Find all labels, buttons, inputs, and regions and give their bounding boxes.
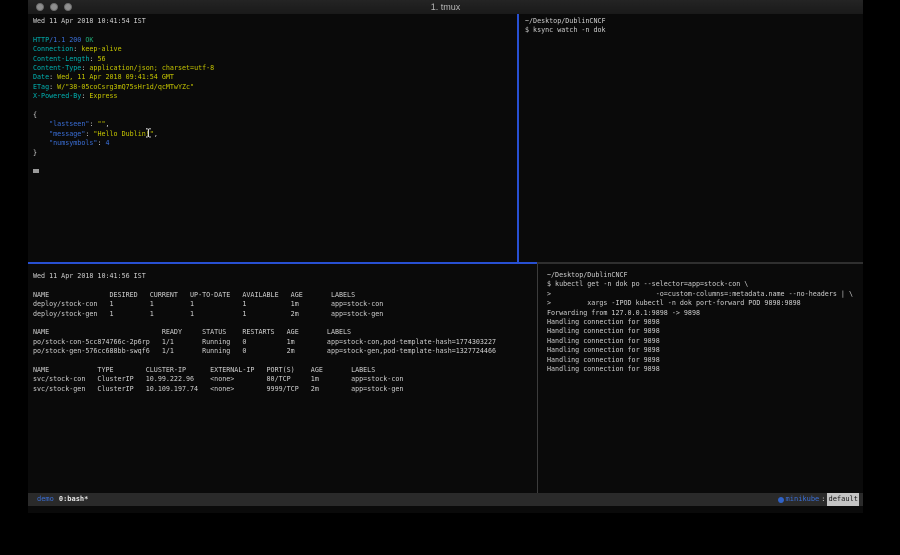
active-pane-divider-horizontal[interactable] xyxy=(28,262,537,264)
terminal-line xyxy=(33,102,522,111)
terminal-line: $ ksync watch -n dok xyxy=(525,26,869,35)
terminal-line xyxy=(33,357,542,366)
terminal-line: Handling connection for 9898 xyxy=(547,356,872,365)
terminal-line: po/stock-gen-576cc688bb-swqf6 1/1 Runnin… xyxy=(33,347,542,356)
terminal-line: "message": "Hello Dublin!", xyxy=(33,130,522,139)
minimize-button[interactable] xyxy=(50,3,58,11)
terminal-line: Handling connection for 9898 xyxy=(547,327,872,336)
desktop-background: 1. tmux Wed 11 Apr 2018 10:41:54 IST HTTP… xyxy=(0,0,900,555)
terminal-line: Handling connection for 9898 xyxy=(547,365,872,374)
kube-namespace-badge: default xyxy=(827,493,859,506)
terminal-line: ~/Desktop/DublinCNCF xyxy=(547,271,872,280)
terminal-line: X-Powered-By: Express xyxy=(33,92,522,101)
terminal-line: Date: Wed, 11 Apr 2018 09:41:54 GMT xyxy=(33,73,522,82)
terminal-line: ETag: W/"38-05coCsrg3mQ75sHr1d/qcMTwYZc" xyxy=(33,83,522,92)
pane-http-response[interactable]: Wed 11 Apr 2018 10:41:54 IST HTTP/1.1 200… xyxy=(28,14,522,265)
terminal-line: Wed 11 Apr 2018 10:41:54 IST xyxy=(33,17,522,26)
terminal-line xyxy=(33,26,522,35)
window-tab-bash[interactable]: 0:bash* xyxy=(59,493,89,506)
terminal-line: Content-Length: 56 xyxy=(33,55,522,64)
terminal-line: Content-Type: application/json; charset=… xyxy=(33,64,522,73)
kubernetes-helm-icon xyxy=(778,497,784,503)
window-titlebar: 1. tmux xyxy=(28,0,863,14)
zoom-button[interactable] xyxy=(64,3,72,11)
session-name: demo xyxy=(37,493,54,506)
terminal-line: Handling connection for 9898 xyxy=(547,346,872,355)
close-button[interactable] xyxy=(36,3,44,11)
tmux-status-bar: demo 0:bash* minikube : default xyxy=(28,493,863,506)
terminal-line: Forwarding from 127.0.0.1:9898 -> 9898 xyxy=(547,309,872,318)
terminal-line: HTTP/1.1 200 OK xyxy=(33,36,522,45)
terminal-line: po/stock-con-5cc874766c-2p6rp 1/1 Runnin… xyxy=(33,338,542,347)
pane-kubectl-get[interactable]: Wed 11 Apr 2018 10:41:56 IST NAME DESIRED… xyxy=(28,264,542,501)
terminal-line xyxy=(33,158,522,167)
terminal-line: > xargs -IPOD kubectl -n dok port-forwar… xyxy=(547,299,872,308)
terminal-line: } xyxy=(33,149,522,158)
terminal-line: Handling connection for 9898 xyxy=(547,318,872,327)
terminal-line: NAME TYPE CLUSTER-IP EXTERNAL-IP PORT(S)… xyxy=(33,366,542,375)
text-ibeam-cursor xyxy=(145,123,152,133)
terminal-line: svc/stock-con ClusterIP 10.99.222.96 <no… xyxy=(33,375,542,384)
status-right: minikube : default xyxy=(778,493,863,506)
terminal-line: > -o=custom-columns=:metadata.name --no-… xyxy=(547,290,872,299)
terminal-line: "numsymbols": 4 xyxy=(33,139,522,148)
terminal-line: NAME READY STATUS RESTARTS AGE LABELS xyxy=(33,328,542,337)
pane-divider-vertical[interactable] xyxy=(537,264,538,493)
terminal-line: { xyxy=(33,111,522,120)
terminal-line xyxy=(33,167,522,176)
terminal-line: "lastseen": "", xyxy=(33,120,522,129)
status-left: demo 0:bash* xyxy=(28,493,88,506)
pane-ksync[interactable]: ~/Desktop/DublinCNCF$ ksync watch -n dok xyxy=(519,14,869,265)
terminal-line: Handling connection for 9898 xyxy=(547,337,872,346)
terminal-window: 1. tmux Wed 11 Apr 2018 10:41:54 IST HTTP… xyxy=(28,0,863,513)
terminal-line: Connection: keep-alive xyxy=(33,45,522,54)
terminal-line: deploy/stock-con 1 1 1 1 1m app=stock-co… xyxy=(33,300,542,309)
active-pane-divider-vertical[interactable] xyxy=(517,14,519,264)
terminal-line: $ kubectl get -n dok po --selector=app=s… xyxy=(547,280,872,289)
terminal-line: Wed 11 Apr 2018 10:41:56 IST xyxy=(33,272,542,281)
terminal-line xyxy=(33,319,542,328)
kube-context: minikube xyxy=(786,493,820,506)
terminal-line: deploy/stock-gen 1 1 1 1 2m app=stock-ge… xyxy=(33,310,542,319)
terminal-line: svc/stock-gen ClusterIP 10.109.197.74 <n… xyxy=(33,385,542,394)
window-title: 1. tmux xyxy=(28,2,863,12)
traffic-lights xyxy=(36,0,72,14)
terminal-line: ~/Desktop/DublinCNCF xyxy=(525,17,869,26)
terminal-line xyxy=(33,281,542,290)
pane-divider-horizontal[interactable] xyxy=(537,262,863,264)
kube-separator: : xyxy=(821,493,825,506)
pane-port-forward[interactable]: ~/Desktop/DublinCNCF$ kubectl get -n dok… xyxy=(538,264,872,500)
terminal-line: NAME DESIRED CURRENT UP-TO-DATE AVAILABL… xyxy=(33,291,542,300)
